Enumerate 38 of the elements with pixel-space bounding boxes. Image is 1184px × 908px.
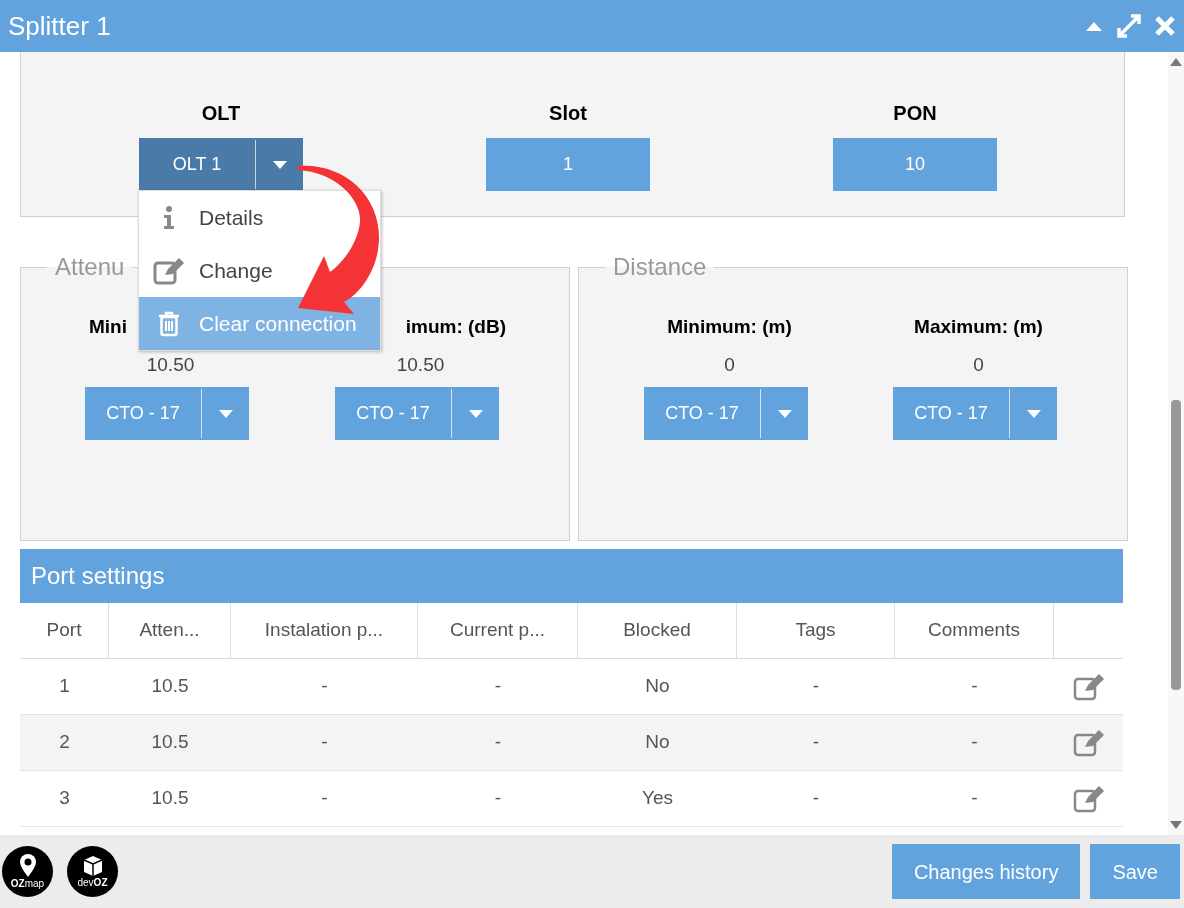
table-cell-text: -: [811, 730, 821, 755]
table-cell-text: No: [644, 730, 671, 755]
table-cell-text: -: [493, 730, 503, 755]
table-cell-text: 1: [58, 674, 71, 699]
table-cell-text: -: [970, 786, 979, 811]
fieldset-legend: Distance: [605, 249, 715, 285]
table-cell-text: No: [644, 674, 671, 699]
table-cell-text: 3: [58, 786, 71, 811]
logo-text: devOZ: [77, 878, 108, 888]
field-label: Mini: [89, 315, 127, 339]
table-cell-text: -: [970, 730, 979, 755]
fieldset-legend: Attenu: [47, 249, 133, 285]
table-cell-text: -: [811, 674, 821, 699]
column-label: OLT: [201, 101, 241, 126]
field-label: Maximum: (m): [914, 315, 1043, 339]
field-value: 10.50: [396, 352, 445, 377]
column-label: Slot: [549, 101, 587, 126]
table-cell-text: -: [811, 786, 821, 811]
table-cell-text: 10.5: [150, 674, 190, 699]
field-value: 0: [724, 352, 735, 377]
field-label: Minimum: (m): [667, 315, 792, 339]
table-cell-text: -: [320, 730, 329, 755]
table-cell-text: -: [320, 674, 329, 699]
table-cell-text: 2: [58, 730, 71, 755]
table-cell-text: -: [493, 786, 503, 811]
table-cell-text: -: [493, 674, 503, 699]
field-value: 10.50: [146, 352, 195, 377]
logo-text: OZmap: [10, 879, 45, 889]
window-title: Splitter 1: [8, 9, 112, 43]
table-cell-text: Yes: [641, 786, 674, 811]
table-cell-text: 10.5: [150, 730, 190, 755]
field-label: imum: (dB): [405, 315, 506, 339]
field-value: 0: [973, 352, 984, 377]
table-cell-text: -: [320, 786, 329, 811]
column-label: PON: [893, 101, 937, 126]
section-header: Port settings: [20, 549, 1123, 603]
table-cell-text: 10.5: [150, 786, 190, 811]
table-cell-text: -: [970, 674, 979, 699]
